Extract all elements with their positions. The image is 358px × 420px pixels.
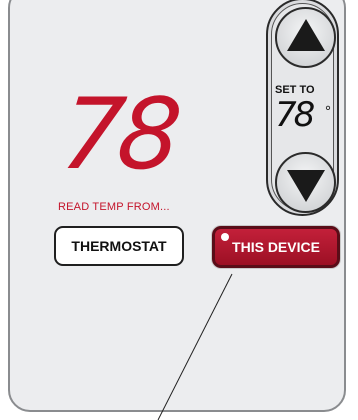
thermostat-button-label: THERMOSTAT bbox=[71, 238, 167, 254]
setpoint-degree: ° bbox=[325, 103, 331, 120]
setpoint-temperature: 78 bbox=[275, 95, 315, 135]
temperature-down-button[interactable] bbox=[275, 152, 336, 213]
selected-indicator-icon bbox=[221, 233, 229, 241]
current-temperature-degree: ° bbox=[168, 102, 179, 132]
arrow-up-icon bbox=[286, 18, 325, 51]
thermostat-panel: 78 ° READ TEMP FROM... THERMOSTAT THIS D… bbox=[8, 0, 346, 412]
temperature-up-button[interactable] bbox=[275, 7, 336, 68]
setpoint-control: SET TO 78 ° bbox=[266, 0, 339, 216]
this-device-button-label: THIS DEVICE bbox=[232, 239, 320, 255]
setpoint-track: SET TO 78 ° bbox=[271, 3, 336, 213]
current-temperature: 78 bbox=[56, 78, 181, 192]
read-temp-from-label: READ TEMP FROM... bbox=[58, 201, 170, 213]
arrow-down-icon bbox=[286, 169, 325, 202]
thermostat-button[interactable]: THERMOSTAT bbox=[54, 226, 184, 266]
this-device-button[interactable]: THIS DEVICE bbox=[212, 226, 340, 268]
